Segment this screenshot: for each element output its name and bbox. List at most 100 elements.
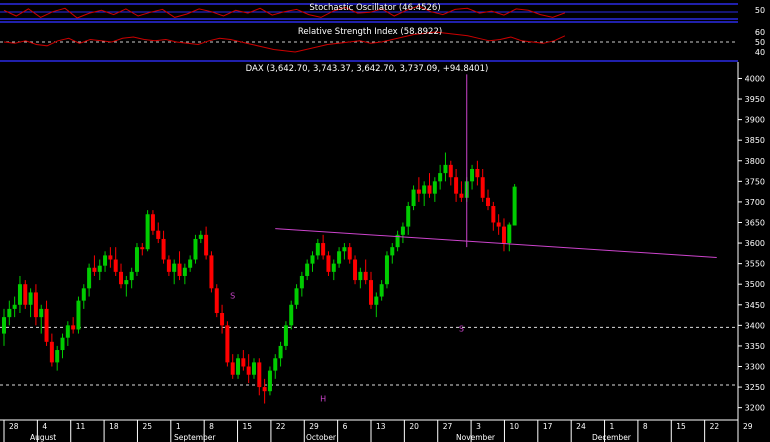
candle-body [411, 189, 416, 207]
candle-body [134, 247, 139, 272]
candle-body [220, 313, 225, 326]
candle-body [406, 206, 411, 227]
candle-body [507, 224, 512, 244]
candle-body [267, 370, 272, 392]
candle-body [384, 255, 389, 285]
candle-body [278, 345, 283, 359]
candle-body [262, 387, 267, 392]
candle-body [204, 234, 209, 256]
candle-body [443, 164, 448, 174]
y-tick-label: 3850 [745, 136, 765, 145]
candle-body [182, 267, 187, 276]
candle-body [236, 358, 241, 375]
candle-body [209, 255, 214, 289]
candle-body [23, 284, 28, 305]
candle-body [230, 362, 235, 375]
month-label: December [592, 433, 632, 442]
candle-body [108, 255, 113, 260]
candle-body [310, 255, 315, 264]
candle-body [92, 267, 97, 272]
y-tick-label: 3750 [745, 177, 765, 186]
candle-body [2, 317, 6, 334]
candle-body [49, 341, 54, 363]
rsi-tick-60: 60 [755, 28, 765, 37]
candle-body [305, 263, 310, 276]
x-tick-label: 10 [509, 422, 519, 431]
candle-body [470, 168, 475, 182]
candle-body [7, 308, 12, 318]
candle-body [289, 304, 294, 326]
x-tick-label: 1 [176, 422, 181, 431]
candle-body [326, 255, 331, 272]
candle-body [363, 271, 368, 281]
candle-body [103, 255, 108, 266]
x-tick-label: 22 [276, 422, 286, 431]
rsi-label: Relative Strength Index (58.8922) [298, 27, 442, 37]
candle-body [432, 181, 437, 194]
candle-body [12, 304, 17, 309]
candle-body [496, 222, 501, 227]
candle-body [81, 288, 86, 301]
x-tick-label: 25 [142, 422, 152, 431]
candle-body [353, 259, 358, 281]
candle-body [177, 263, 182, 276]
y-tick-label: 3500 [745, 280, 765, 289]
candle-body [273, 358, 278, 371]
dax-chart: Stochastic Oscillator (46.4526) 50 Relat… [0, 0, 770, 442]
candle-body [166, 259, 171, 272]
x-tick-label: 6 [343, 422, 348, 431]
candle-body [358, 271, 363, 281]
candle-body [501, 226, 506, 244]
y-tick-label: 3650 [745, 218, 765, 227]
candle-body [475, 168, 480, 178]
stochastic-label: Stochastic Oscillator (46.4526) [309, 3, 440, 13]
candle-body [438, 173, 443, 182]
candle-body [480, 177, 485, 198]
candle-body [448, 164, 453, 178]
candle-body [161, 238, 166, 260]
candle-body [251, 362, 256, 375]
stochastic-tick-50: 50 [755, 6, 765, 15]
candle-body [294, 288, 299, 305]
candle-body [65, 325, 70, 338]
candle-body [129, 271, 134, 281]
x-tick-label: 13 [376, 422, 386, 431]
y-tick-label: 3350 [745, 342, 765, 351]
candle-body [188, 259, 193, 268]
y-tick-label: 3700 [745, 198, 765, 207]
candle-body [214, 288, 219, 314]
candle-body [97, 265, 102, 272]
candle-body [337, 251, 342, 264]
candle-body [331, 263, 336, 272]
rsi-tick-50: 50 [755, 38, 765, 47]
candle-body [55, 350, 60, 363]
chart-title: DAX (3,642.70, 3,743.37, 3,642.70, 3,737… [246, 64, 489, 74]
month-label: November [456, 433, 496, 442]
candle-body [60, 337, 65, 351]
candle-body [390, 247, 395, 256]
x-tick-label: 29 [309, 422, 319, 431]
y-tick-label: 3600 [745, 239, 765, 248]
y-tick-label: 4000 [745, 74, 765, 83]
candle-body [400, 226, 405, 235]
candle-body [71, 325, 76, 330]
pattern-annotation: H [320, 394, 326, 403]
y-tick-label: 3300 [745, 363, 765, 372]
candle-body [342, 247, 347, 252]
candle-body [241, 358, 246, 367]
candle-body [119, 271, 124, 285]
candle-body [416, 189, 421, 194]
candle-body [427, 185, 432, 194]
candle-body [198, 234, 203, 239]
rsi-tick-40: 40 [755, 48, 765, 57]
y-tick-label: 3900 [745, 116, 765, 125]
candle-body [246, 366, 251, 375]
candle-body [454, 177, 459, 194]
candle-body [39, 308, 44, 318]
x-tick-label: 27 [443, 422, 453, 431]
candle-body [283, 325, 288, 346]
y-tick-label: 3250 [745, 383, 765, 392]
x-tick-label: 3 [476, 422, 481, 431]
month-label: October [306, 433, 337, 442]
candle-body [33, 292, 38, 318]
